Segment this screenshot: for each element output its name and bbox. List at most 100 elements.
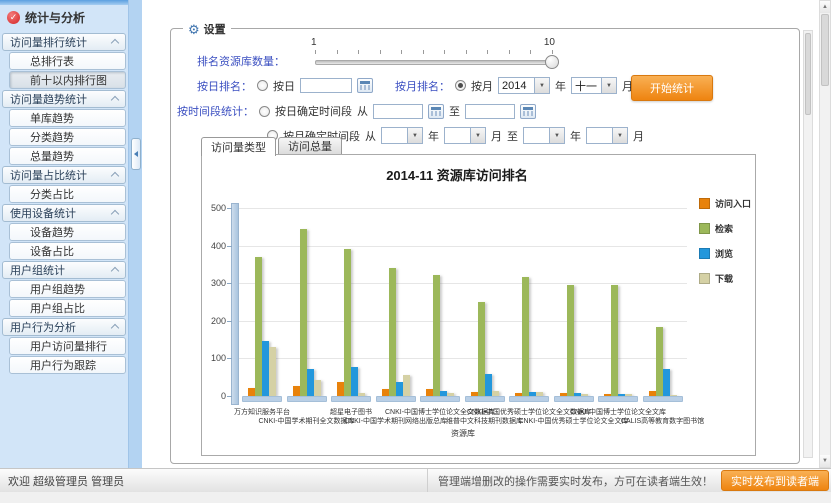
period-day-radio[interactable]	[259, 106, 270, 117]
sidebar-section-header[interactable]: 用户组统计	[2, 261, 126, 279]
tab-visit-type[interactable]: 访问量类型	[201, 137, 276, 156]
chart-tabs: 访问量类型 访问总量	[201, 137, 344, 156]
period-from-month-select[interactable]: ▼	[444, 127, 486, 144]
settings-legend-label: 设置	[204, 21, 226, 37]
daily-rank-date-input[interactable]	[300, 78, 352, 93]
calendar-icon[interactable]	[357, 78, 373, 93]
period-from-date-input[interactable]	[373, 104, 423, 119]
bar-检索	[522, 277, 529, 396]
sidebar-section-label: 访问量占比统计	[10, 167, 87, 183]
month-select[interactable]: 十一 ▼	[571, 77, 617, 94]
x-category-label: CNKI-中国学术期刊全文数据库	[258, 416, 354, 426]
sidebar-item[interactable]: 总排行表	[9, 52, 126, 70]
period-day-radio-label: 按日确定时间段	[275, 103, 352, 119]
legend-row: 检索	[699, 222, 751, 235]
sidebar-section-label: 用户行为分析	[10, 319, 76, 335]
to-label: 至	[507, 128, 518, 144]
slider-track[interactable]	[315, 60, 553, 65]
sidebar-title: 统计与分析	[25, 9, 85, 26]
month-select-value: 十一	[572, 78, 601, 94]
chevron-up-icon	[111, 324, 119, 332]
from-label: 从	[357, 103, 368, 119]
sidebar-item[interactable]: 用户组占比	[9, 299, 126, 317]
bar-访问入口	[293, 386, 300, 396]
x-category-label: 维普中文科技期刊数据库	[446, 416, 523, 426]
sidebar-item[interactable]: 前十以内排行图	[9, 71, 126, 89]
slider-handle[interactable]	[545, 55, 559, 69]
start-statistics-button[interactable]: 开始统计	[631, 75, 713, 101]
y-tick-mark	[227, 246, 232, 247]
publish-button[interactable]: 实时发布到读者端	[721, 470, 829, 491]
period-from-year-select[interactable]: ▼	[381, 127, 423, 144]
sidebar-item[interactable]: 用户行为跟踪	[9, 356, 126, 374]
rank-mode-row: 按日排名： 按日 按月排名： 按月 2014 ▼ 年 十一 ▼ 月	[197, 77, 633, 94]
x-axis-plate	[242, 396, 282, 402]
monthly-rank-radio[interactable]	[455, 80, 466, 91]
top-accent-strip	[0, 0, 142, 5]
sidebar-section-label: 使用设备统计	[10, 205, 76, 221]
sidebar-section-header[interactable]: 访问量占比统计	[2, 166, 126, 184]
bar-访问入口	[248, 388, 255, 396]
chart-title: 2014-11 资源库访问排名	[202, 165, 712, 184]
chevron-down-icon: ▼	[549, 128, 564, 143]
to-label: 至	[449, 103, 460, 119]
legend-swatch	[699, 223, 710, 234]
calendar-icon[interactable]	[428, 104, 444, 119]
period-to-month-select[interactable]: ▼	[586, 127, 628, 144]
bar-下载	[403, 375, 410, 396]
sidebar-item[interactable]: 单库趋势	[9, 109, 126, 127]
publish-notice-text: 管理端增删改的操作需要实时发布，方可在读者端生效！	[438, 473, 713, 489]
scroll-up-icon[interactable]: ▲	[820, 1, 830, 13]
sidebar-section-header[interactable]: 用户行为分析	[2, 318, 126, 336]
sidebar-item[interactable]: 分类占比	[9, 185, 126, 203]
legend-row: 访问入口	[699, 197, 751, 210]
scroll-down-icon[interactable]: ▼	[820, 455, 830, 467]
rank-count-slider[interactable]: 1 10	[311, 37, 563, 71]
year-select[interactable]: 2014 ▼	[498, 77, 550, 94]
sidebar-section-header[interactable]: 使用设备统计	[2, 204, 126, 222]
bar-访问入口	[337, 382, 344, 396]
sidebar-splitter[interactable]	[128, 0, 142, 468]
sidebar-item[interactable]: 总量趋势	[9, 147, 126, 165]
legend-row: 下载	[699, 272, 751, 285]
sidebar-section-label: 访问量趋势统计	[10, 91, 87, 107]
sidebar-section-header[interactable]: 访问量排行统计	[2, 33, 126, 51]
chevron-down-icon: ▼	[407, 128, 422, 143]
period-to-date-input[interactable]	[465, 104, 515, 119]
app-window: ✓ 统计与分析 访问量排行统计总排行表前十以内排行图访问量趋势统计单库趋势分类趋…	[0, 0, 831, 503]
sidebar-section-header[interactable]: 访问量趋势统计	[2, 90, 126, 108]
year-select-value: 2014	[499, 80, 534, 92]
sidebar-collapse-handle[interactable]	[131, 138, 141, 170]
chevron-up-icon	[111, 210, 119, 218]
sidebar-item[interactable]: 用户组趋势	[9, 280, 126, 298]
x-axis-plate	[598, 396, 638, 402]
scrollbar-thumb[interactable]	[821, 14, 829, 86]
tab-visit-total[interactable]: 访问总量	[278, 137, 342, 154]
sidebar-item[interactable]: 用户访问量排行	[9, 337, 126, 355]
page-scrollbar[interactable]: ▲ ▼	[819, 0, 831, 468]
sidebar-item[interactable]: 设备趋势	[9, 223, 126, 241]
x-axis-plate	[643, 396, 683, 402]
daily-rank-radio-label: 按日	[273, 78, 295, 94]
sidebar: ✓ 统计与分析 访问量排行统计总排行表前十以内排行图访问量趋势统计单库趋势分类趋…	[0, 0, 128, 468]
y-tick-mark	[227, 321, 232, 322]
legend-label: 访问入口	[715, 197, 751, 210]
period-to-year-select[interactable]: ▼	[523, 127, 565, 144]
plot-area	[239, 208, 687, 396]
sidebar-title-row: ✓ 统计与分析	[0, 7, 128, 32]
chevron-up-icon	[111, 96, 119, 104]
bottom-strip	[0, 492, 831, 503]
sidebar-item[interactable]: 设备占比	[9, 242, 126, 260]
content-scrollbar[interactable]	[803, 30, 813, 458]
legend-swatch	[699, 248, 710, 259]
legend-swatch	[699, 273, 710, 284]
year-unit: 年	[428, 128, 439, 144]
sidebar-item[interactable]: 分类趋势	[9, 128, 126, 146]
calendar-icon[interactable]	[520, 104, 536, 119]
status-bar: 欢迎 超级管理员 管理员 管理端增删改的操作需要实时发布，方可在读者端生效！ 实…	[0, 468, 831, 492]
scrollbar-thumb[interactable]	[805, 33, 811, 115]
sidebar-section-label: 访问量排行统计	[10, 34, 87, 50]
daily-rank-radio[interactable]	[257, 80, 268, 91]
bar-检索	[433, 275, 440, 396]
x-category-label: CNKI-中国学术期刊网络出版总库	[344, 416, 447, 426]
